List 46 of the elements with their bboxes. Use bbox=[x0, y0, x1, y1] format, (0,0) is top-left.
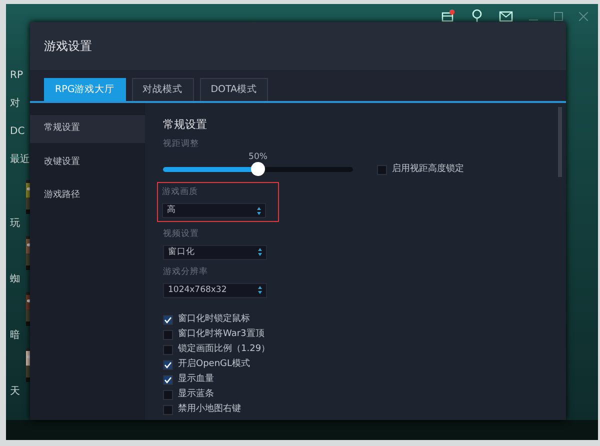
checkbox-label: 显示蓝条 bbox=[178, 388, 214, 401]
field-label: 游戏画质 bbox=[162, 186, 199, 199]
sidebar-item[interactable]: RP bbox=[10, 68, 32, 82]
mail-icon[interactable] bbox=[499, 10, 513, 22]
checkbox-label: 窗口化时将War3置顶 bbox=[178, 328, 264, 341]
field-label: 视距调整 bbox=[163, 138, 200, 150]
game-label: 天 bbox=[10, 385, 21, 398]
checkbox-label: 窗口化时锁定鼠标 bbox=[178, 313, 250, 326]
sidebar-item[interactable]: 改键设置 bbox=[30, 148, 145, 176]
tab[interactable]: DOTA模式 bbox=[200, 78, 268, 102]
select-field[interactable]: 1024x768x32 bbox=[163, 282, 267, 298]
dialog-title: 游戏设置 bbox=[44, 38, 92, 55]
gift-icon[interactable] bbox=[441, 9, 455, 23]
checkbox[interactable] bbox=[163, 390, 173, 400]
checkbox[interactable] bbox=[163, 314, 173, 325]
spinner-icon bbox=[258, 286, 262, 294]
checkbox[interactable] bbox=[163, 360, 173, 370]
game-label: 暗 bbox=[10, 328, 21, 342]
checkbox-label: 显示血量 bbox=[178, 373, 214, 386]
game-label: 蜘 bbox=[10, 272, 21, 286]
sidebar-item[interactable]: 对 bbox=[10, 96, 32, 110]
field-label: 游戏分辨率 bbox=[163, 266, 209, 278]
checkbox[interactable] bbox=[163, 404, 173, 415]
field-label: 视频设置 bbox=[163, 228, 200, 241]
sidebar-item[interactable]: 常规设置 bbox=[30, 115, 145, 143]
section-title: 常规设置 bbox=[163, 117, 208, 134]
checkbox-label: 启用视距高度锁定 bbox=[392, 163, 464, 176]
spinner-icon bbox=[257, 206, 261, 214]
game-label: 玩 bbox=[10, 217, 21, 230]
checkbox[interactable] bbox=[163, 344, 173, 355]
maximize-icon[interactable] bbox=[554, 12, 563, 20]
spinner-icon bbox=[258, 248, 262, 256]
tab[interactable]: 对战模式 bbox=[132, 78, 194, 102]
checkbox[interactable] bbox=[163, 330, 173, 340]
checkbox-label: 开启OpenGL模式 bbox=[178, 358, 250, 371]
sidebar-item[interactable]: 最近 bbox=[10, 152, 32, 166]
slider-value: 50% bbox=[248, 150, 268, 164]
select-field[interactable]: 窗口化 bbox=[163, 244, 267, 260]
sidebar-item[interactable]: DC bbox=[10, 124, 32, 138]
slider-thumb[interactable] bbox=[251, 162, 265, 176]
select-field[interactable]: 高 bbox=[162, 203, 266, 218]
checkbox-label: 禁用小地图右键 bbox=[178, 403, 241, 416]
checkbox[interactable] bbox=[163, 374, 173, 385]
checkbox[interactable] bbox=[377, 165, 387, 175]
checkbox-label: 锁定画面比例（1.29） bbox=[178, 343, 270, 356]
sidebar-item[interactable]: 游戏路径 bbox=[30, 182, 145, 210]
